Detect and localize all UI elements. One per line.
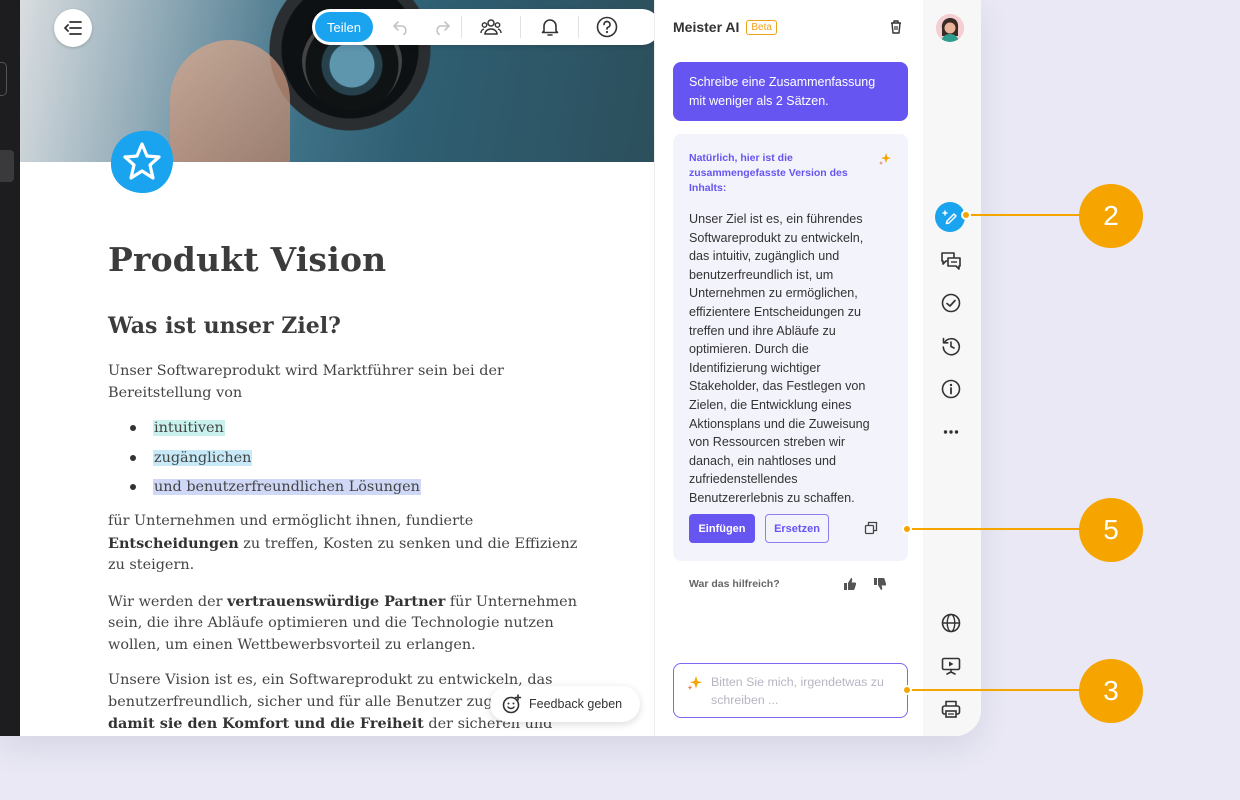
print-button[interactable] — [939, 697, 963, 721]
callout-dot — [961, 210, 971, 220]
avatar[interactable] — [936, 14, 964, 42]
thumbs-up-button[interactable] — [843, 577, 857, 596]
bullet-list: intuitiven zugänglichen und benutzerfreu… — [108, 418, 608, 497]
list-item[interactable]: zugänglichen — [108, 448, 608, 468]
redo-icon — [436, 21, 450, 35]
ai-prompt-input-box — [673, 663, 908, 718]
language-button[interactable] — [939, 611, 963, 635]
sidebar-collapsed-item[interactable] — [0, 62, 7, 96]
callout-line — [965, 214, 1085, 216]
callout-line — [906, 528, 1086, 530]
bell-icon — [541, 19, 558, 36]
present-button[interactable] — [939, 654, 963, 678]
clear-chat-button[interactable] — [889, 19, 903, 40]
thumbs-up-icon — [844, 578, 857, 590]
right-rail — [923, 0, 981, 736]
info-icon — [941, 379, 961, 399]
help-button[interactable] — [579, 9, 634, 45]
users-icon — [480, 19, 502, 35]
user-prompt-bubble: Schreibe eine Zusammenfassung mit wenige… — [673, 62, 908, 121]
undo-button[interactable] — [379, 9, 423, 45]
bold-text: damit sie den Komfort und die Freiheit — [108, 715, 424, 732]
page-star-badge[interactable] — [108, 128, 176, 196]
print-icon — [941, 700, 961, 718]
beta-badge: Beta — [746, 19, 777, 35]
globe-icon — [941, 613, 961, 633]
notifications-button[interactable] — [521, 9, 578, 45]
paragraph[interactable]: Wir werden der vertrauenswürdige Partner… — [108, 591, 598, 657]
sparkle-icon — [686, 674, 704, 697]
comments-button[interactable] — [939, 248, 963, 272]
section-heading[interactable]: Was ist unser Ziel? — [108, 313, 608, 339]
ai-pen-icon — [942, 210, 957, 225]
document-toolbar: Teilen — [312, 9, 654, 45]
helpful-question: War das hilfreich? — [689, 578, 780, 590]
ai-prompt-input[interactable] — [711, 673, 896, 711]
more-button[interactable] — [939, 420, 963, 444]
help-icon — [596, 16, 617, 38]
answer-heading: Natürlich, hier ist die zusammengefasste… — [689, 152, 848, 194]
insert-button[interactable]: Einfügen — [689, 514, 755, 543]
history-icon — [942, 337, 961, 356]
feedback-smiley-icon — [502, 694, 522, 714]
collapse-menu-icon — [64, 21, 82, 35]
bold-text: vertrauenswürdige Partner — [227, 592, 446, 610]
ai-panel-title: Meister AI — [673, 19, 740, 35]
callout-marker-3: 3 — [1079, 659, 1143, 723]
more-icon — [943, 430, 959, 434]
sparkle-icon — [878, 152, 892, 171]
document-area: Teilen Produkt Vision Was ist unser Ziel… — [20, 0, 654, 736]
left-sidebar — [0, 0, 20, 736]
copy-button[interactable] — [864, 521, 878, 540]
callout-line — [906, 689, 1086, 691]
ai-panel: Meister AI Beta Schreibe eine Zusammenfa… — [654, 0, 924, 736]
intro-paragraph[interactable]: Unser Softwareprodukt wird Marktführer s… — [108, 361, 598, 404]
callout-dot — [902, 524, 912, 534]
highlighted-text: und benutzerfreundlichen Lösungen — [153, 479, 421, 495]
cover-hand — [170, 40, 290, 162]
list-item[interactable]: und benutzerfreundlichen Lösungen — [108, 477, 608, 497]
ai-panel-header: Meister AI Beta — [673, 19, 777, 35]
replace-button[interactable]: Ersetzen — [765, 514, 829, 543]
presentation-icon — [941, 657, 961, 675]
check-circle-icon — [941, 293, 961, 313]
collaborators-button[interactable] — [462, 9, 520, 45]
document-content[interactable]: Produkt Vision Was ist unser Ziel? Unser… — [108, 240, 608, 736]
trash-icon — [891, 20, 901, 34]
menu-toggle-button[interactable] — [54, 9, 92, 47]
highlighted-text: zugänglichen — [153, 449, 253, 466]
paragraph-text: Wir werden der — [108, 593, 228, 610]
undo-icon — [393, 21, 407, 35]
ai-answer-card: Natürlich, hier ist die zusammengefasste… — [673, 134, 908, 561]
callout-marker-5: 5 — [1079, 498, 1143, 562]
answer-text: Unser Ziel ist es, ein führendes Softwar… — [689, 212, 870, 505]
paragraph-text: für Unternehmen und ermöglicht ihnen, fu… — [108, 513, 474, 529]
copy-icon — [864, 521, 878, 535]
thumbs-down-button[interactable] — [873, 577, 887, 596]
highlighted-text: intuitiven — [153, 420, 225, 436]
app-window: Teilen Produkt Vision Was ist unser Ziel… — [0, 0, 981, 736]
sidebar-active-item[interactable] — [0, 150, 14, 182]
info-button[interactable] — [939, 377, 963, 401]
callout-dot — [902, 685, 912, 695]
list-item[interactable]: intuitiven — [108, 418, 608, 438]
history-button[interactable] — [939, 334, 963, 358]
thumbs-down-icon — [874, 578, 887, 590]
callout-marker-2: 2 — [1079, 184, 1143, 248]
document-title[interactable]: Produkt Vision — [108, 240, 608, 279]
bold-text: Entscheidungen — [108, 534, 239, 552]
feedback-button[interactable]: Feedback geben — [490, 686, 640, 722]
tasks-button[interactable] — [939, 291, 963, 315]
share-button[interactable]: Teilen — [315, 12, 373, 42]
feedback-label: Feedback geben — [529, 697, 623, 711]
comments-icon — [941, 252, 961, 270]
redo-button[interactable] — [423, 9, 461, 45]
paragraph[interactable]: für Unternehmen und ermöglicht ihnen, fu… — [108, 511, 598, 577]
